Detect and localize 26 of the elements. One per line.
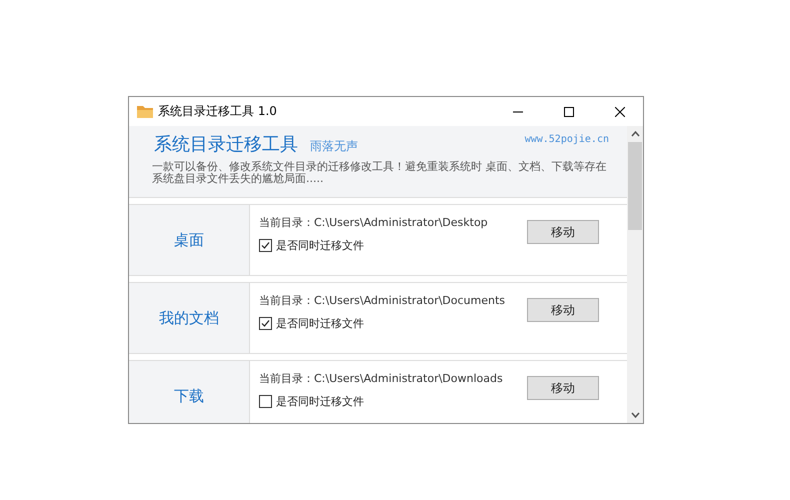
maximize-icon [564, 106, 574, 116]
description-text: 一款可以备份、修改系统文件目录的迁移修改工具！避免重装系统时 桌面、文档、下载等存在系统盘目录文件丢失的尴尬局面..... [152, 161, 608, 185]
checkbox-label: 是否同时迁移文件 [276, 316, 364, 331]
checkbox[interactable] [259, 239, 272, 252]
folder-name: 我的文档 [129, 283, 250, 353]
checkmark-icon [261, 241, 270, 250]
folder-icon [137, 105, 153, 118]
move-button[interactable]: 移动 [527, 220, 599, 244]
move-button[interactable]: 移动 [527, 376, 599, 400]
move-button[interactable]: 移动 [527, 298, 599, 322]
folder-name: 桌面 [129, 205, 250, 275]
checkmark-icon [261, 319, 270, 328]
scrollbar[interactable] [627, 126, 643, 423]
current-path: 当前目录：C:\Users\Administrator\Downloads [259, 371, 504, 386]
checkbox[interactable] [259, 317, 272, 330]
checkbox-label: 是否同时迁移文件 [276, 394, 364, 409]
app-heading: 系统目录迁移工具 [154, 133, 298, 156]
checkbox-label: 是否同时迁移文件 [276, 238, 364, 253]
close-icon [615, 106, 625, 116]
author-name: 雨落无声 [310, 138, 358, 155]
window-title: 系统目录迁移工具 1.0 [158, 103, 278, 120]
folder-name: 下载 [129, 361, 250, 423]
scroll-thumb[interactable] [628, 142, 642, 230]
current-path: 当前目录：C:\Users\Administrator\Documents [259, 293, 506, 308]
current-path: 当前目录：C:\Users\Administrator\Desktop [259, 215, 489, 230]
checkbox[interactable] [259, 395, 272, 408]
